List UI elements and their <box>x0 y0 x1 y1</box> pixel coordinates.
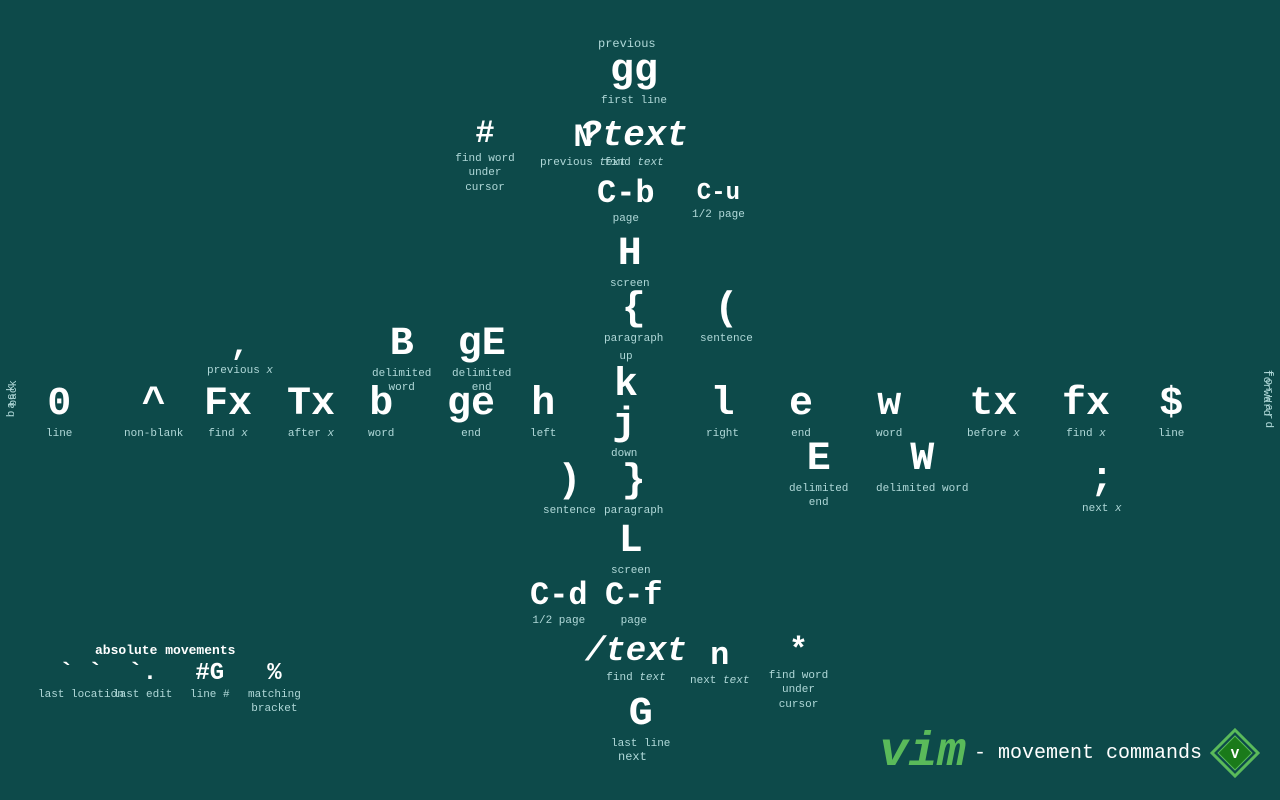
back-side-label: back <box>6 383 18 417</box>
cmd-gg: gg first line <box>601 52 667 108</box>
cmd-G: G last line <box>611 695 670 751</box>
cmd-W: W delimited word <box>876 440 968 496</box>
cmd-hash-G: #G line # <box>190 662 230 702</box>
cmd-w: w word <box>876 385 902 441</box>
cmd-H: H screen <box>610 235 650 291</box>
svg-text:V: V <box>1231 747 1240 763</box>
cmd-cd: C-d 1/2 page <box>530 580 588 628</box>
vim-icon: V <box>1210 728 1260 778</box>
cmd-comma: , previous x <box>207 330 273 378</box>
cmd-zero: 0 line <box>46 385 72 441</box>
cmd-E: E delimitedend <box>789 440 848 511</box>
cmd-close-paren: ) sentence <box>543 462 596 518</box>
absolute-movements-label: absolute movements <box>95 643 235 658</box>
vim-logo-text: vim <box>880 726 966 780</box>
cmd-k: up k <box>614 348 638 406</box>
cmd-semicolon: ; next x <box>1082 460 1122 516</box>
cmd-star: * find wordunder cursor <box>766 635 831 712</box>
cmd-j: j down <box>611 405 637 461</box>
vim-branding: vim - movement commands V <box>880 726 1260 780</box>
cmd-e: e end <box>789 385 813 441</box>
cmd-caret: ^ non-blank <box>124 385 183 441</box>
cmd-Tx: Tx after x <box>287 385 335 441</box>
cmd-N: N previous text <box>540 122 626 170</box>
next-label: next <box>618 748 647 766</box>
cmd-n: n next text <box>690 640 749 688</box>
cmd-L: L screen <box>611 522 651 578</box>
cmd-hash: # find wordunder cursor <box>455 118 515 195</box>
cmd-open-paren: ( sentence <box>700 290 753 346</box>
cmd-cf: C-f page <box>605 580 663 628</box>
cmd-h: h left <box>530 385 556 441</box>
cmd-Fx: Fx find x <box>204 385 252 441</box>
cmd-percent: % matchingbracket <box>248 662 301 717</box>
cmd-close-brace: } paragraph <box>604 462 663 518</box>
cmd-backtick-dot: `. last edit <box>113 662 172 702</box>
cmd-ge: ge end <box>447 385 495 441</box>
forward-side-label: forward <box>1262 370 1274 430</box>
cmd-cu: C-u 1/2 page <box>692 182 745 222</box>
vim-subtitle: - movement commands <box>974 742 1202 765</box>
cmd-tx: tx before x <box>967 385 1020 441</box>
cmd-dollar: $ line <box>1158 385 1184 441</box>
cmd-l: l right <box>706 385 739 441</box>
cmd-b: b word <box>368 385 394 441</box>
cmd-open-brace: { paragraph <box>604 290 663 346</box>
cmd-fx: fx find x <box>1062 385 1110 441</box>
cmd-double-quote: ` ` last location <box>38 662 124 702</box>
cmd-cb: C-b page <box>597 178 655 226</box>
cmd-slash-text: /text find text <box>585 635 687 685</box>
